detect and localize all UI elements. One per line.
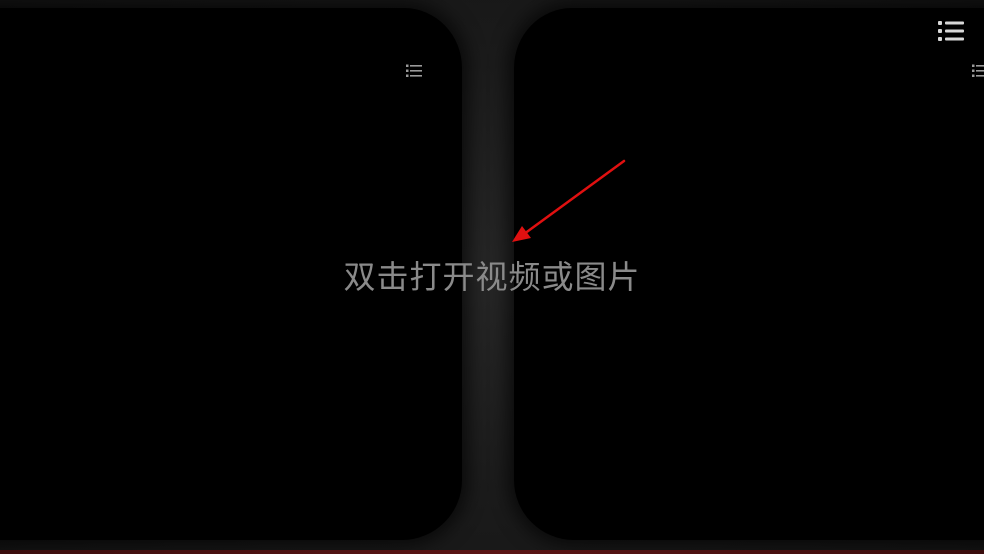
list-icon-right-eye [972, 64, 984, 77]
list-icon[interactable] [938, 20, 964, 42]
list-icon-left-eye [406, 64, 422, 77]
bottom-edge-strip [0, 550, 984, 554]
vr-player-view[interactable]: 双击打开视频或图片 [0, 0, 984, 554]
open-media-prompt: 双击打开视频或图片 [343, 258, 641, 296]
